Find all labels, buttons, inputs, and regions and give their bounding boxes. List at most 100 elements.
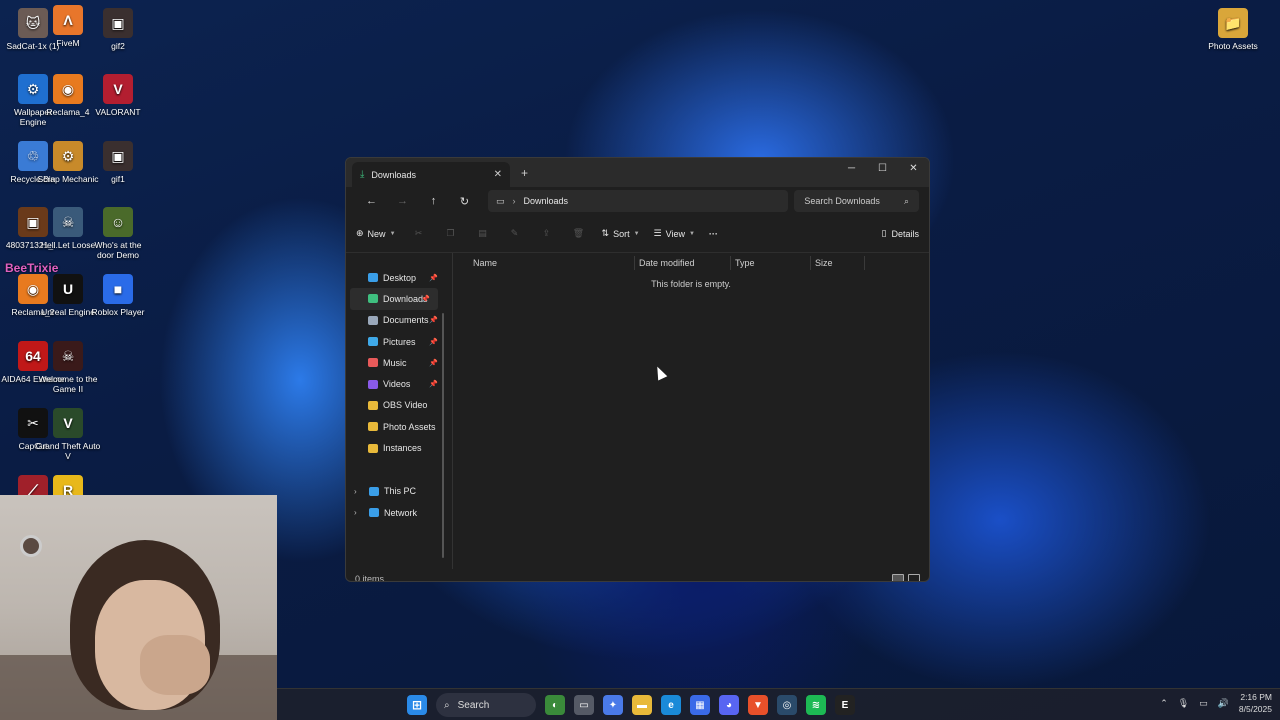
column-size[interactable]: Size xyxy=(811,256,865,270)
download-icon: ⤓ xyxy=(360,169,365,180)
view-label: View xyxy=(665,228,685,239)
desktop-icon-label: Roblox Player xyxy=(91,307,145,317)
chevron-right-icon[interactable]: › xyxy=(354,508,364,517)
start-button[interactable]: ⊞ xyxy=(407,695,427,715)
close-tab-icon[interactable]: ✕ xyxy=(494,169,502,180)
address-bar[interactable]: ▭ › Downloads xyxy=(487,190,789,212)
delete-icon[interactable]: 🗑 xyxy=(570,228,588,239)
taskbar: ⊞ ⌕ Search ◐ ▭ ✦ ▬ e ▦ ◕ ▼ ◎ ≋ E ⌃ 🎙 ▭ 🔊 2:16 PM 8… xyxy=(277,688,1280,720)
column-name[interactable]: Name xyxy=(473,256,635,270)
desktop-icon[interactable]: ☺ Who's at the door Demo xyxy=(85,207,151,260)
rename-icon[interactable]: ✎ xyxy=(506,228,524,239)
desktop-icon[interactable]: V VALORANT xyxy=(85,74,151,117)
chevron-right-icon[interactable]: › xyxy=(354,487,364,496)
taskbar-app-brave[interactable]: ▼ xyxy=(748,695,768,715)
taskbar-app-steam[interactable]: ◎ xyxy=(777,695,797,715)
empty-folder-message: This folder is empty. xyxy=(651,279,731,289)
search-input[interactable]: Search Downloads ⌕ xyxy=(794,190,919,212)
tab-downloads[interactable]: ⤓ Downloads ✕ xyxy=(352,162,510,187)
sidebar-item[interactable]: Music 📌 xyxy=(346,352,446,373)
app-icon: U xyxy=(53,274,83,304)
folder-icon xyxy=(368,379,378,389)
back-button[interactable]: ← xyxy=(356,195,387,207)
column-date-modified[interactable]: Date modified xyxy=(635,256,731,270)
search-placeholder: Search Downloads xyxy=(804,196,880,206)
details-button[interactable]: ▯ Details xyxy=(882,228,919,239)
app-icon: ☠ xyxy=(53,207,83,237)
new-label: New xyxy=(367,228,386,239)
sidebar-group[interactable]: › This PC xyxy=(346,481,446,502)
sort-button[interactable]: ⇅ Sort ▼ xyxy=(602,228,640,239)
desktop-icon[interactable]: 📁 Photo Assets xyxy=(1200,8,1266,51)
sidebar-group-label: Network xyxy=(384,507,418,518)
sidebar-item[interactable]: Photo Assets xyxy=(346,416,446,437)
sidebar-item[interactable]: Instances xyxy=(346,437,446,458)
search-icon: ⌕ xyxy=(903,195,909,206)
network-icon[interactable]: ▭ xyxy=(1199,698,1208,709)
refresh-button[interactable]: ↻ xyxy=(449,195,480,208)
tiles-view-icon[interactable] xyxy=(908,574,920,581)
taskbar-app-epic[interactable]: E xyxy=(835,695,855,715)
taskbar-app-widgets[interactable]: ◐ xyxy=(545,695,565,715)
breadcrumb[interactable]: Downloads xyxy=(523,196,568,206)
taskbar-search[interactable]: ⌕ Search xyxy=(436,693,536,717)
sidebar-group[interactable]: › Network xyxy=(346,502,446,523)
folder-icon xyxy=(368,273,378,283)
view-button[interactable]: ☰ View ▼ xyxy=(654,228,695,239)
paste-icon[interactable]: ▤ xyxy=(474,228,492,239)
copy-icon[interactable]: ❐ xyxy=(442,228,460,239)
sidebar-item[interactable]: Documents 📌 xyxy=(346,310,446,331)
file-list[interactable]: Name Date modified Type Size This folder… xyxy=(452,253,929,569)
column-type[interactable]: Type xyxy=(731,256,811,270)
maximize-button[interactable]: ☐ xyxy=(867,158,898,178)
webcam-overlay xyxy=(0,495,277,720)
taskbar-app-discord[interactable]: ◕ xyxy=(719,695,739,715)
details-view-icon[interactable] xyxy=(892,574,904,581)
folder-icon xyxy=(368,315,378,325)
volume-icon[interactable]: 🔊 xyxy=(1218,698,1229,709)
navigation-bar: ← → ↑ ↻ ▭ › Downloads Search Downloads ⌕ xyxy=(346,187,929,215)
desktop-icon[interactable]: ▣ gif1 xyxy=(85,141,151,184)
taskbar-app-file-explorer[interactable]: ▬ xyxy=(632,695,652,715)
sidebar-scrollbar[interactable] xyxy=(442,313,444,558)
sidebar-item-label: Videos xyxy=(383,379,411,390)
taskbar-app-task-view[interactable]: ▭ xyxy=(574,695,594,715)
app-icon: ◉ xyxy=(53,74,83,104)
new-button[interactable]: ⊕ New ▼ xyxy=(356,228,396,239)
taskbar-app-copilot[interactable]: ✦ xyxy=(603,695,623,715)
title-bar[interactable]: ⤓ Downloads ✕ + ─ ☐ ✕ xyxy=(346,158,929,187)
sidebar-item-label: Photo Assets xyxy=(383,421,436,432)
desktop-icon[interactable]: V Grand Theft Auto V xyxy=(35,408,101,461)
file-explorer-window[interactable]: ⤓ Downloads ✕ + ─ ☐ ✕ ← → ↑ ↻ ▭ › Downlo… xyxy=(345,157,930,582)
folder-icon xyxy=(368,400,378,410)
sidebar-item[interactable]: Pictures 📌 xyxy=(346,331,446,352)
taskbar-app-spotify[interactable]: ≋ xyxy=(806,695,826,715)
folder-icon xyxy=(368,422,378,432)
more-options-button[interactable]: ··· xyxy=(709,229,718,239)
new-tab-button[interactable]: + xyxy=(521,166,528,180)
cut-icon[interactable]: ✂ xyxy=(410,228,428,239)
desktop-icon[interactable]: ☠ Welcome to the Game II xyxy=(35,341,101,394)
desktop-icon-label: gif1 xyxy=(111,174,125,184)
sidebar-item[interactable]: Videos 📌 xyxy=(346,373,446,394)
sidebar-item-label: Music xyxy=(383,357,407,368)
close-window-button[interactable]: ✕ xyxy=(898,158,929,178)
minimize-button[interactable]: ─ xyxy=(836,158,867,178)
microphone-icon[interactable]: 🎙 xyxy=(1178,698,1189,709)
sidebar-item-label: OBS Video xyxy=(383,400,428,411)
up-button[interactable]: ↑ xyxy=(418,195,449,207)
forward-button[interactable]: → xyxy=(387,195,418,207)
sidebar-item-label: Desktop xyxy=(383,272,417,283)
share-icon[interactable]: ⇪ xyxy=(538,228,556,239)
chevron-down-icon: ▼ xyxy=(633,230,640,237)
taskbar-app-store[interactable]: ▦ xyxy=(690,695,710,715)
taskbar-app-edge[interactable]: e xyxy=(661,695,681,715)
sidebar-item[interactable]: Downloads 📌 xyxy=(350,288,438,310)
sidebar-item[interactable]: Desktop 📌 xyxy=(346,267,446,288)
sidebar-item[interactable]: OBS Video xyxy=(346,395,446,416)
desktop-icon[interactable]: ▣ gif2 xyxy=(85,8,151,51)
chevron-up-icon[interactable]: ⌃ xyxy=(1160,698,1168,709)
pin-icon: 📌 xyxy=(429,359,438,367)
clock[interactable]: 2:16 PM 8/5/2025 xyxy=(1239,691,1272,715)
desktop-icon[interactable]: ■ Roblox Player xyxy=(85,274,151,317)
